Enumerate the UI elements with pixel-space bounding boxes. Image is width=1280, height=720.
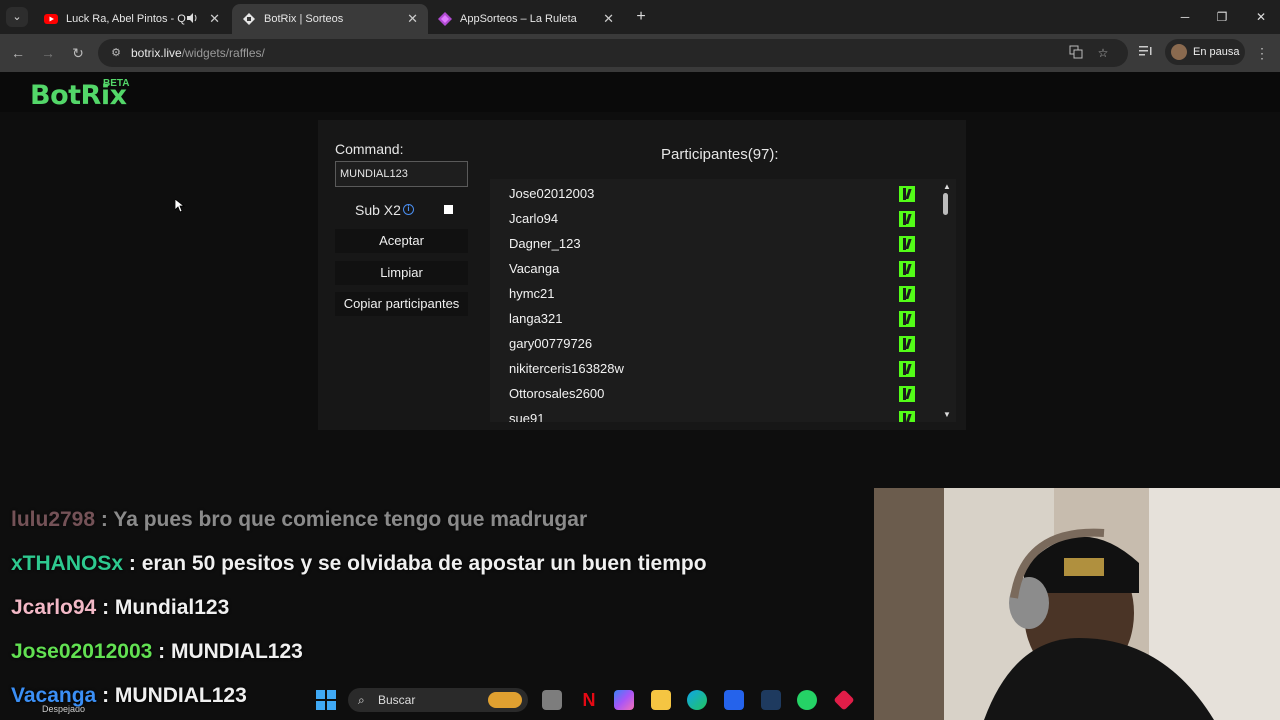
pizza-icon — [488, 692, 522, 708]
tab-search-button[interactable]: ⌄ — [6, 7, 28, 27]
close-window-icon[interactable]: ✕ — [1246, 6, 1276, 28]
bookmark-star-icon[interactable]: ☆ — [1095, 45, 1111, 61]
page: BotRix BETA Command: Sub X2 i Aceptar Li… — [0, 72, 1280, 720]
chat-message: Jcarlo94 : Mundial123 — [11, 596, 230, 619]
copilot-icon[interactable] — [614, 690, 634, 710]
taskbar-search[interactable]: ⌕ Buscar — [348, 688, 528, 712]
chat-text: Mundial123 — [114, 596, 230, 619]
close-tab-icon[interactable]: ✕ — [407, 11, 418, 27]
chat-text: MUNDIAL123 — [170, 640, 303, 663]
address-bar[interactable]: ⚙ botrix.live/widgets/raffles/ ☆ — [98, 39, 1128, 67]
participants-title: Participantes(97): — [661, 146, 779, 163]
mouse-cursor — [175, 199, 185, 213]
list-item: gary00779726 — [509, 331, 929, 356]
avatar — [1171, 44, 1187, 60]
chat-message: lulu2798 : Ya pues bro que comience teng… — [11, 508, 588, 531]
chat-username: lulu2798 — [11, 508, 96, 531]
kick-icon — [899, 186, 915, 202]
chat-username: Jose02012003 — [11, 640, 153, 663]
command-label: Command: — [335, 141, 404, 157]
youtube-icon — [44, 12, 58, 26]
list-item: sue91 — [509, 406, 929, 422]
restore-icon[interactable]: ❐ — [1207, 6, 1237, 28]
tab-botrix[interactable]: BotRix | Sorteos ✕ — [232, 4, 428, 34]
beta-badge: BETA — [103, 78, 130, 89]
list-item: langa321 — [509, 306, 929, 331]
sub-x2-label: Sub X2 — [355, 202, 401, 218]
media-controls-icon[interactable] — [1136, 42, 1156, 62]
forward-icon[interactable]: → — [38, 43, 58, 63]
kick-icon — [899, 211, 915, 227]
chat-text: Ya pues bro que comience tengo que madru… — [113, 508, 588, 531]
close-tab-icon[interactable]: ✕ — [603, 11, 614, 27]
tab-title: AppSorteos – La Ruleta de la Su — [460, 13, 580, 25]
more-menu-icon[interactable]: ⋮ — [1252, 43, 1272, 63]
kick-icon — [899, 336, 915, 352]
kick-icon — [899, 386, 915, 402]
list-item: hymc21 — [509, 281, 929, 306]
edge-icon[interactable] — [687, 690, 707, 710]
tab-strip: ⌄ Luck Ra, Abel Pintos - QUE ✕ BotRix | … — [0, 0, 1280, 34]
list-item: Jose02012003 — [509, 181, 929, 206]
app-red-icon[interactable] — [833, 689, 855, 711]
file-explorer-icon[interactable] — [651, 690, 671, 710]
tab-title: Luck Ra, Abel Pintos - QUE — [66, 13, 186, 25]
kick-icon — [899, 236, 915, 252]
appsorteos-icon — [438, 12, 452, 26]
scroll-up-arrow[interactable]: ▲ — [942, 182, 952, 191]
list-item: Vacanga — [509, 256, 929, 281]
speaker-icon[interactable] — [186, 12, 198, 27]
browser-toolbar: ← → ↻ ⚙ botrix.live/widgets/raffles/ ☆ E… — [0, 34, 1280, 72]
sub-x2-checkbox[interactable] — [444, 205, 453, 214]
chat-text: MUNDIAL123 — [114, 684, 247, 707]
kick-icon — [899, 361, 915, 377]
netflix-icon[interactable]: N — [579, 690, 599, 710]
kick-icon — [899, 286, 915, 302]
participants-list[interactable]: Jose02012003 Jcarlo94 Dagner_123 Vacanga… — [490, 179, 956, 422]
copy-participants-button[interactable]: Copiar participantes — [335, 292, 468, 316]
reload-icon[interactable]: ↻ — [68, 43, 88, 63]
list-item: Jcarlo94 — [509, 206, 929, 231]
windows-start-icon[interactable] — [316, 690, 336, 715]
clear-button[interactable]: Limpiar — [335, 261, 468, 285]
chat-message: Jose02012003 : MUNDIAL123 — [11, 640, 303, 663]
steam-icon[interactable] — [761, 690, 781, 710]
chat-username: xTHANOSx — [11, 552, 124, 575]
translate-icon[interactable] — [1068, 45, 1084, 61]
tab-title: BotRix | Sorteos — [264, 13, 344, 25]
scroll-down-arrow[interactable]: ▼ — [942, 410, 952, 419]
profile-button[interactable]: En pausa — [1165, 39, 1245, 65]
kick-icon — [899, 261, 915, 277]
raffle-panel: Command: Sub X2 i Aceptar Limpiar Copiar… — [318, 120, 966, 430]
chat-text: eran 50 pesitos y se olvidaba de apostar… — [141, 552, 707, 575]
command-input[interactable] — [335, 161, 468, 187]
site-header: BotRix BETA — [0, 72, 1280, 112]
list-item: nikiterceris163828w — [509, 356, 929, 381]
tab-youtube[interactable]: Luck Ra, Abel Pintos - QUE ✕ — [34, 4, 230, 34]
url-text[interactable]: botrix.live/widgets/raffles/ — [131, 46, 265, 60]
chat-username: Jcarlo94 — [11, 596, 97, 619]
search-icon: ⌕ — [358, 693, 365, 707]
chat-username: Vacanga — [11, 684, 97, 707]
scrollbar-thumb[interactable] — [943, 193, 948, 215]
tab-appsorteos[interactable]: AppSorteos – La Ruleta de la Su ✕ — [428, 4, 624, 34]
list-item: Ottorosales2600 — [509, 381, 929, 406]
chat-message: xTHANOSx : eran 50 pesitos y se olvidaba… — [11, 552, 707, 575]
kick-icon — [899, 311, 915, 327]
task-view-icon[interactable] — [542, 690, 562, 710]
store-icon[interactable] — [724, 690, 744, 710]
minimize-icon[interactable]: ─ — [1170, 6, 1200, 28]
info-icon[interactable]: i — [403, 204, 414, 215]
site-info-icon[interactable]: ⚙ — [108, 45, 124, 61]
whatsapp-icon[interactable] — [797, 690, 817, 710]
kick-icon — [899, 411, 915, 422]
new-tab-button[interactable]: + — [632, 7, 650, 27]
close-tab-icon[interactable]: ✕ — [209, 11, 220, 27]
webcam-feed — [874, 488, 1280, 720]
back-icon[interactable]: ← — [8, 43, 28, 63]
botrix-icon — [242, 12, 256, 26]
accept-button[interactable]: Aceptar — [335, 229, 468, 253]
list-item: Dagner_123 — [509, 231, 929, 256]
chat-message: Vacanga : MUNDIAL123 — [11, 684, 247, 707]
